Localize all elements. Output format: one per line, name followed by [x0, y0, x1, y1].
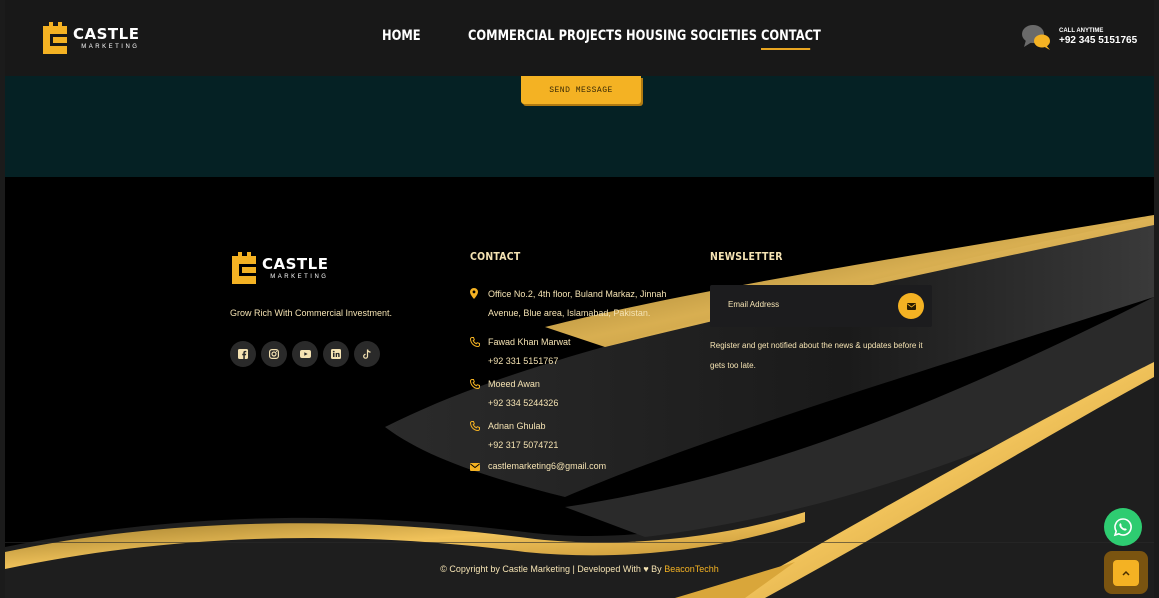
newsletter-email-input[interactable]	[726, 299, 880, 310]
youtube-link[interactable]	[292, 341, 318, 367]
contact-title: CONTACT	[470, 250, 521, 263]
header-logo[interactable]: CASTLE MARKETING	[41, 20, 139, 56]
newsletter-title: NEWSLETTER	[710, 250, 783, 263]
instagram-icon	[269, 349, 279, 359]
youtube-icon	[299, 350, 311, 358]
developer-link[interactable]: BeaconTechh	[664, 564, 719, 574]
tiktok-link[interactable]	[354, 341, 380, 367]
call-anytime[interactable]: CALL ANYTIME +92 345 5151765	[1022, 24, 1137, 50]
address-text: Office No.2, 4th floor, Buland Markaz, J…	[488, 289, 667, 318]
scroll-to-top-button[interactable]	[1104, 551, 1148, 594]
castle-logo-icon	[43, 22, 67, 54]
call-label: CALL ANYTIME	[1059, 28, 1104, 35]
newsletter-submit-button[interactable]	[898, 293, 924, 319]
footer-newsletter-column: NEWSLETTER Register and get notified abo…	[710, 250, 935, 376]
window-frame-right	[1154, 0, 1159, 598]
main-nav: HOME COMMERCIAL PROJECTS HOUSING SOCIETI…	[382, 28, 821, 50]
whatsapp-button[interactable]	[1104, 508, 1142, 546]
contact-name: Fawad Khan Marwat	[488, 337, 571, 347]
facebook-link[interactable]	[230, 341, 256, 367]
site-header: CASTLE MARKETING HOME COMMERCIAL PROJECT…	[5, 0, 1154, 76]
castle-logo-icon	[232, 252, 256, 284]
site-footer: CASTLE MARKETING Grow Rich With Commerci…	[5, 177, 1154, 598]
footer-brand-column: CASTLE MARKETING Grow Rich With Commerci…	[230, 250, 392, 367]
nav-home[interactable]: HOME	[382, 28, 433, 44]
contact-phone[interactable]: +92 317 5074721	[488, 436, 558, 455]
phone-icon	[469, 379, 480, 390]
newsletter-form	[710, 285, 932, 327]
footer-logo-subtext: MARKETING	[270, 273, 329, 280]
whatsapp-icon	[1113, 518, 1132, 537]
contact-person: Fawad Khan Marwat +92 331 5151767	[469, 333, 700, 371]
footer-tagline: Grow Rich With Commercial Investment.	[230, 308, 393, 318]
nav-housing-societies[interactable]: HOUSING SOCIETIES	[626, 28, 757, 44]
phone-icon	[469, 337, 480, 348]
window-frame-left	[0, 0, 5, 598]
copyright-bar: © Copyright by Castle Marketing | Develo…	[5, 564, 1154, 574]
linkedin-icon	[331, 349, 341, 359]
instagram-link[interactable]	[261, 341, 287, 367]
social-links	[230, 341, 392, 367]
call-phone[interactable]: +92 345 5151765	[1059, 35, 1137, 46]
email-item: castlemarketing6@gmail.com	[470, 457, 700, 476]
contact-name: Moeed Awan	[488, 379, 540, 389]
footer-logo-text: CASTLE	[262, 254, 329, 273]
contact-name: Adnan Ghulab	[488, 421, 546, 431]
chevron-up-icon	[1122, 570, 1130, 576]
email-link[interactable]: castlemarketing6@gmail.com	[488, 457, 606, 476]
contact-phone[interactable]: +92 334 5244326	[488, 394, 558, 413]
logo-subtext: MARKETING	[81, 43, 140, 50]
contact-person: Adnan Ghulab +92 317 5074721	[469, 417, 700, 455]
contact-person: Moeed Awan +92 334 5244326	[469, 375, 700, 413]
contact-form-section: SEND MESSAGE	[5, 76, 1154, 177]
location-pin-icon	[470, 288, 478, 299]
footer-logo[interactable]: CASTLE MARKETING	[230, 250, 392, 286]
address-item: Office No.2, 4th floor, Buland Markaz, J…	[470, 285, 700, 323]
nav-contact[interactable]: CONTACT	[761, 28, 821, 50]
logo-text: CASTLE	[73, 24, 140, 43]
nav-commercial-projects[interactable]: COMMERCIAL PROJECTS	[468, 28, 622, 44]
footer-contact-column: CONTACT Office No.2, 4th floor, Buland M…	[469, 250, 700, 476]
envelope-icon	[906, 302, 916, 310]
linkedin-link[interactable]	[323, 341, 349, 367]
chat-bubbles-icon	[1022, 25, 1050, 50]
phone-icon	[469, 421, 480, 432]
contact-phone[interactable]: +92 331 5151767	[488, 352, 571, 371]
newsletter-note: Register and get notified about the news…	[710, 341, 923, 370]
facebook-icon	[238, 349, 248, 359]
envelope-icon	[470, 463, 480, 471]
tiktok-icon	[363, 348, 371, 359]
copyright-text: © Copyright by Castle Marketing | Develo…	[440, 564, 662, 574]
send-message-button[interactable]: SEND MESSAGE	[521, 76, 641, 104]
